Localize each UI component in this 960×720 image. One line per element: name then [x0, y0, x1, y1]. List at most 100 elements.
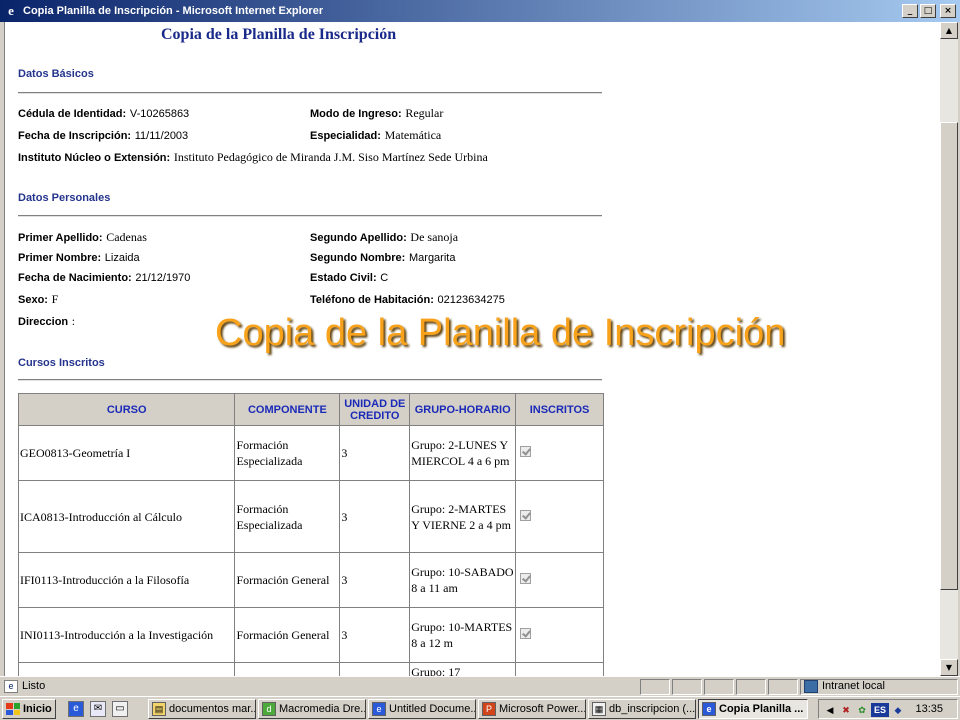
vertical-scrollbar[interactable]: ▲ ▼ — [940, 22, 958, 676]
cedula-field: Cédula de Identidad: V-10265863 — [18, 106, 189, 120]
segundo-nombre-label: Segundo Nombre: — [310, 252, 406, 264]
task-label: Microsoft Power... — [499, 703, 586, 715]
task-db-inscripcion[interactable]: ▦ db_inscripcion (... — [588, 699, 696, 719]
curso-cell: ICA0813-Introducción al Cálculo — [17, 480, 236, 553]
cedula-value: V-10265863 — [129, 108, 190, 120]
inscrito-checkbox[interactable] — [520, 509, 532, 521]
primer-apellido-label: Primer Apellido: — [18, 232, 103, 244]
status-text: Listo — [22, 680, 46, 692]
inscrito-checkbox[interactable] — [520, 573, 532, 584]
segundo-apellido-label: Segundo Apellido: — [310, 232, 407, 244]
page-done-icon: e — [4, 680, 18, 693]
column-header-curso: CURSO — [17, 393, 236, 426]
clock: 13:35 — [915, 703, 943, 715]
minimize-button[interactable]: _ — [902, 4, 918, 18]
primer-nombre-value: Lizaida — [104, 252, 140, 264]
antivirus-icon[interactable]: ◆ — [891, 703, 905, 717]
componente-cell: Formación Especializada — [234, 425, 341, 481]
scroll-up-arrow-icon[interactable]: ▲ — [940, 22, 958, 39]
primer-apellido-value: Cadenas — [106, 230, 147, 244]
datos-personales-heading: Datos Personales — [18, 192, 111, 204]
inscrito-cell — [515, 552, 604, 608]
powerpoint-icon: P — [482, 702, 496, 716]
close-button[interactable]: × — [940, 4, 956, 18]
task-label: Copia Planilla ... — [719, 703, 804, 715]
task-label: documentos mar... — [169, 703, 256, 715]
page-content: Copia de la Planilla de Inscripción Dato… — [4, 22, 940, 676]
speaker-icon[interactable]: ◀ — [823, 703, 837, 717]
credito-cell: 3 — [339, 425, 411, 481]
componente-cell: Formación General — [234, 552, 341, 608]
telefono-label: Teléfono de Habitación: — [310, 294, 434, 306]
table-row: IFI0113-Introducción a la Filosofía Form… — [17, 552, 604, 608]
internet-explorer-icon: e — [8, 3, 14, 18]
task-macromedia[interactable]: d Macromedia Dre... — [258, 699, 366, 719]
scrollbar-thumb[interactable] — [940, 122, 958, 590]
page-title: Copia de la Planilla de Inscripción — [161, 26, 397, 43]
show-desktop-icon[interactable]: ▭ — [112, 701, 128, 717]
modo-ingreso-field: Modo de Ingreso: Regular — [310, 106, 443, 121]
language-indicator[interactable]: ES — [871, 703, 889, 717]
instituto-label: Instituto Núcleo o Extensión: — [18, 152, 171, 164]
task-untitled-document[interactable]: e Untitled Docume... — [368, 699, 476, 719]
overlay-caption: Copia de la Planilla de Inscripción — [215, 312, 786, 354]
network-icon[interactable]: ✖ — [839, 703, 853, 717]
task-label: db_inscripcion (... — [609, 703, 696, 715]
curso-cell: IFI0113-Introducción a la Filosofía — [17, 552, 236, 608]
modo-ingreso-label: Modo de Ingreso: — [310, 108, 402, 120]
fecha-inscripcion-label: Fecha de Inscripción: — [18, 130, 132, 142]
database-icon: ▦ — [592, 702, 606, 716]
fecha-inscripcion-value: 11/11/2003 — [134, 130, 189, 142]
estado-civil-value: C — [380, 272, 389, 284]
especialidad-label: Especialidad: — [310, 130, 381, 142]
task-copia-planilla[interactable]: e Copia Planilla ... — [698, 699, 808, 719]
section-divider — [18, 92, 602, 94]
telefono-field: Teléfono de Habitación: 02123634275 — [310, 292, 505, 306]
start-button[interactable]: Inicio — [2, 699, 56, 719]
table-row: GEO0813-Geometría I Formación Especializ… — [17, 425, 604, 481]
internet-explorer-quicklaunch-icon[interactable]: e — [68, 701, 84, 717]
inscrito-cell — [515, 607, 604, 663]
outlook-quicklaunch-icon[interactable]: ✉ — [90, 701, 106, 717]
segundo-nombre-field: Segundo Nombre: Margarita — [310, 250, 455, 264]
cedula-label: Cédula de Identidad: — [18, 108, 127, 120]
dreamweaver-icon: d — [262, 702, 276, 716]
cursos-table: CURSO COMPONENTE UNIDAD DE CREDITO GRUPO… — [17, 393, 604, 676]
status-panel — [640, 679, 670, 695]
primer-nombre-label: Primer Nombre: — [18, 252, 102, 264]
componente-cell: Formación General — [234, 607, 341, 663]
grupo-cell: Grupo: 10-SABADO 8 a 11 am — [409, 552, 517, 608]
internet-explorer-icon: e — [702, 702, 716, 716]
task-powerpoint[interactable]: P Microsoft Power... — [478, 699, 586, 719]
direccion-label: Direccion — [18, 316, 69, 328]
scroll-down-arrow-icon[interactable]: ▼ — [940, 659, 958, 676]
inscrito-checkbox[interactable] — [520, 446, 532, 457]
table-row: INI0113-Introducción a la Investigación … — [17, 607, 604, 663]
column-header-credito: UNIDAD DE CREDITO — [339, 393, 411, 426]
internet-explorer-icon: e — [372, 702, 386, 716]
instituto-field: Instituto Núcleo o Extensión: Instituto … — [18, 150, 488, 165]
task-documentos[interactable]: ▤ documentos mar... — [148, 699, 256, 719]
componente-cell: Formación Especializada — [234, 480, 341, 553]
status-bar: e Listo Intranet local — [0, 676, 960, 696]
window-title: Copia Planilla de Inscripción - Microsof… — [23, 5, 324, 17]
maximize-button[interactable]: □ — [920, 4, 936, 18]
status-panel — [768, 679, 798, 695]
status-panel — [672, 679, 702, 695]
segundo-apellido-field: Segundo Apellido: De sanoja — [310, 230, 458, 245]
modo-ingreso-value: Regular — [405, 106, 444, 120]
window-titlebar[interactable]: e Copia Planilla de Inscripción - Micros… — [0, 0, 960, 22]
column-header-grupo: GRUPO-HORARIO — [409, 393, 517, 426]
inscrito-checkbox[interactable] — [520, 628, 532, 639]
grupo-cell: Grupo: 17 — [409, 662, 517, 676]
zone-text: Intranet local — [822, 680, 885, 692]
column-header-componente: COMPONENTE — [234, 393, 341, 426]
inscrito-cell — [515, 425, 604, 481]
direccion-value: : — [71, 314, 76, 328]
segundo-nombre-value: Margarita — [409, 252, 456, 264]
direccion-field: Direccion : — [18, 314, 75, 329]
cursos-inscritos-heading: Cursos Inscritos — [18, 357, 105, 369]
credito-cell — [339, 662, 411, 676]
inscrito-cell — [515, 480, 604, 553]
sync-icon[interactable]: ✿ — [855, 703, 869, 717]
